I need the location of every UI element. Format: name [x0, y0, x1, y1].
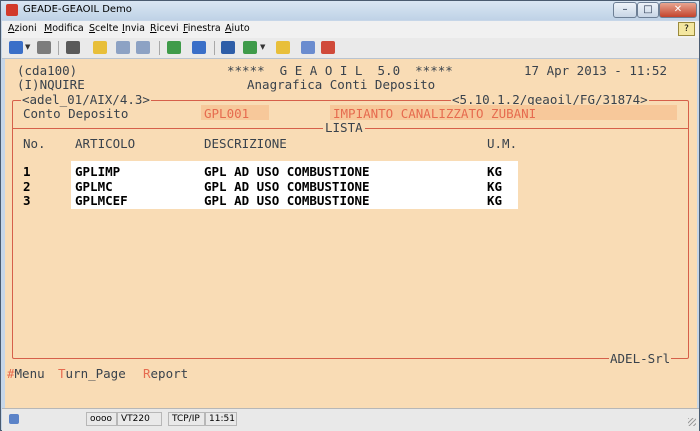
- context-help-icon[interactable]: ?: [678, 22, 695, 36]
- mode-indicator: (I)NQUIRE: [17, 77, 85, 92]
- resize-grip[interactable]: [688, 418, 696, 426]
- status-clock: 11:51: [205, 412, 237, 426]
- keyboard-icon[interactable]: [167, 41, 181, 54]
- row-2-articolo[interactable]: GPLMC: [75, 179, 113, 194]
- column-header-no: No.: [23, 136, 46, 151]
- product-banner: ***** G E A O I L 5.0 *****: [227, 63, 453, 78]
- connect-icon[interactable]: [9, 41, 23, 54]
- paste-icon[interactable]: [136, 41, 150, 54]
- row-2-descrizione: GPL AD USO COMBUSTIONE: [204, 179, 370, 194]
- row-3-um: KG: [487, 193, 503, 208]
- toolbar: ▼ ▼: [2, 38, 699, 59]
- conto-name-field[interactable]: IMPIANTO CANALIZZATO ZUBANI: [333, 106, 536, 121]
- screen-title: Anagrafica Conti Deposito: [247, 77, 436, 92]
- menu-modifica[interactable]: Modifica: [44, 23, 84, 34]
- recycle-dropdown-icon[interactable]: ▼: [260, 43, 265, 51]
- status-protocol: TCP/IP: [168, 412, 205, 426]
- column-header-descrizione: DESCRIZIONE: [204, 136, 287, 151]
- maximize-button[interactable]: □: [637, 2, 659, 18]
- connect-dropdown-icon[interactable]: ▼: [25, 43, 30, 51]
- menu-bar: Azioni Modifica Scelte Invia Ricevi Fine…: [2, 21, 699, 38]
- command-report[interactable]: Report: [143, 366, 188, 381]
- menu-invia[interactable]: Invia: [122, 23, 145, 34]
- application-window: GEADE-GEAOIL Demo – □ ✕ Azioni Modifica …: [0, 0, 700, 431]
- command-turn-page[interactable]: Turn_Page: [58, 366, 126, 381]
- book-icon[interactable]: [221, 41, 235, 54]
- print-icon[interactable]: [66, 41, 80, 54]
- title-bar[interactable]: GEADE-GEAOIL Demo – □ ✕: [1, 1, 699, 20]
- status-bar: oooo VT220 TCP/IP 11:51: [2, 408, 699, 431]
- window-title: GEADE-GEAOIL Demo: [23, 4, 132, 15]
- toolbar-separator: [159, 41, 160, 55]
- status-emulation: VT220: [117, 412, 162, 426]
- recycle-icon[interactable]: [243, 41, 257, 54]
- row-3-descrizione: GPL AD USO COMBUSTIONE: [204, 193, 370, 208]
- menu-finestra[interactable]: Finestra: [183, 23, 221, 34]
- row-2-no: 2: [23, 179, 31, 194]
- disconnect-icon[interactable]: [37, 41, 51, 54]
- menu-ricevi[interactable]: Ricevi: [150, 23, 179, 34]
- close-button[interactable]: ✕: [659, 2, 697, 18]
- program-code: (cda100): [17, 63, 78, 78]
- row-1-descrizione: GPL AD USO COMBUSTIONE: [204, 164, 370, 179]
- open-folder-icon[interactable]: [93, 41, 107, 54]
- row-1-articolo[interactable]: GPLIMP: [75, 164, 120, 179]
- conto-deposito-label: Conto Deposito: [23, 106, 129, 121]
- host-info: <adel_01/AIX/4.3>: [21, 92, 151, 107]
- transfer-icon[interactable]: [192, 41, 206, 54]
- copy-icon[interactable]: [116, 41, 130, 54]
- command-menu[interactable]: #Menu: [7, 366, 45, 381]
- footer-brand: ADEL-Srl: [609, 351, 672, 366]
- row-1-no: 1: [23, 164, 31, 179]
- lista-label: LISTA: [323, 120, 365, 135]
- menu-scelte[interactable]: Scelte: [89, 23, 118, 34]
- menu-aiuto[interactable]: Aiuto: [225, 23, 250, 34]
- row-1-um: KG: [487, 164, 503, 179]
- notes-icon[interactable]: [301, 41, 315, 54]
- menu-azioni[interactable]: Azioni: [8, 23, 37, 34]
- connection-status-icon: [9, 414, 19, 424]
- row-3-no: 3: [23, 193, 31, 208]
- edit-icon[interactable]: [276, 41, 290, 54]
- screen-icon[interactable]: [321, 41, 335, 54]
- terminal-screen[interactable]: (cda100) ***** G E A O I L 5.0 ***** 17 …: [5, 59, 697, 408]
- conto-code-field[interactable]: GPL001: [204, 106, 249, 121]
- row-2-um: KG: [487, 179, 503, 194]
- column-header-articolo: ARTICOLO: [75, 136, 136, 151]
- toolbar-separator: [214, 41, 215, 55]
- app-icon: [6, 4, 18, 16]
- minimize-button[interactable]: –: [613, 2, 637, 18]
- row-3-articolo[interactable]: GPLMCEF: [75, 193, 128, 208]
- date-time: 17 Apr 2013 - 11:52: [524, 63, 667, 78]
- column-header-um: U.M.: [487, 136, 518, 151]
- status-state: oooo: [86, 412, 117, 426]
- toolbar-separator: [58, 41, 59, 55]
